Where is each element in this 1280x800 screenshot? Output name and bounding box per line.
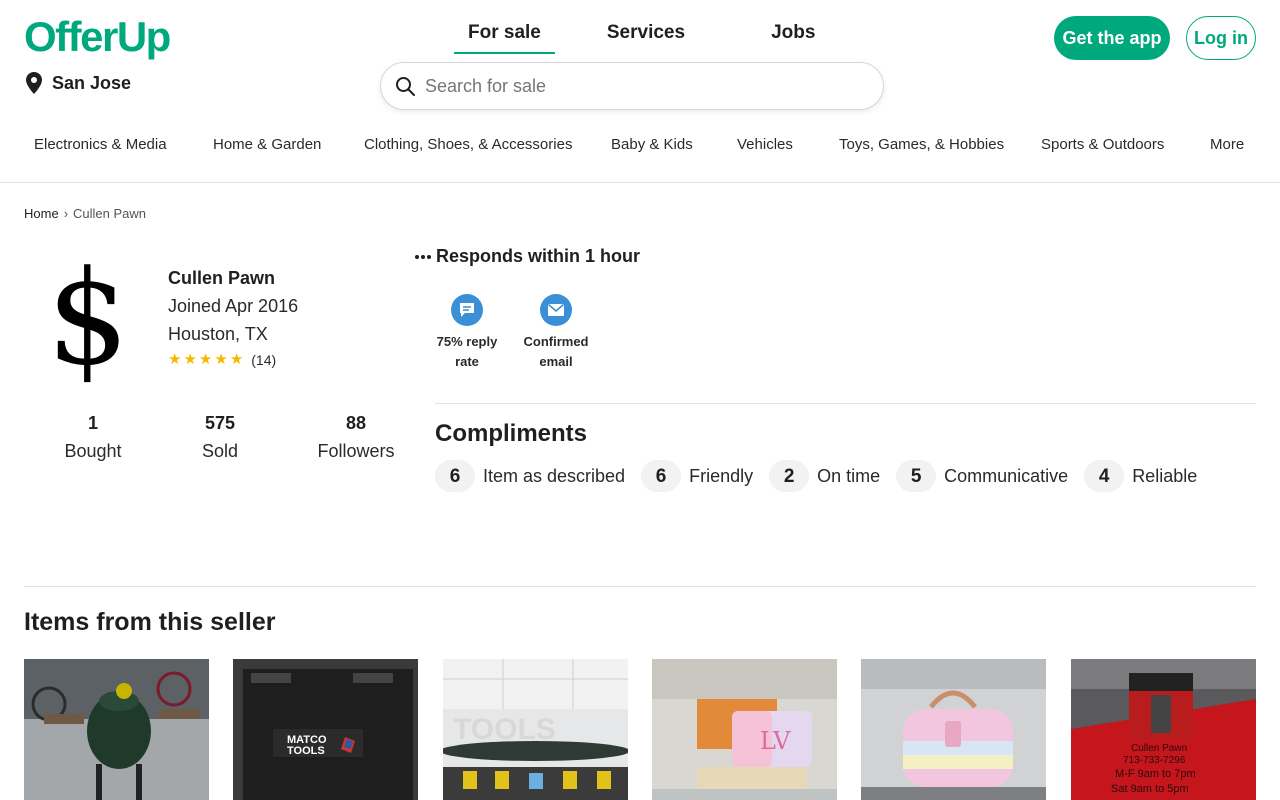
category-home-garden[interactable]: Home & Garden [213, 136, 321, 153]
compliment-item: 4 Reliable [1084, 460, 1197, 492]
seller-avatar: $ [46, 242, 130, 394]
stat-value: 88 [345, 413, 367, 433]
tab-services[interactable]: Services [593, 22, 699, 54]
login-button[interactable]: Log in [1186, 16, 1256, 60]
star-icon: ★ [229, 351, 244, 368]
breadcrumb: Home › Cullen Pawn [24, 206, 146, 221]
stat-label: Bought [64, 441, 122, 461]
badge-reply-rate: 75% reply rate [425, 294, 509, 372]
louis-vuitton-wallet-photo: LV [652, 659, 837, 800]
item-card[interactable] [861, 659, 1046, 800]
compliment-count: 4 [1084, 460, 1125, 492]
matco-tools-case-photo: MATCO TOOLS [233, 659, 418, 800]
location-label: San Jose [52, 72, 132, 93]
tab-jobs[interactable]: Jobs [757, 22, 829, 54]
location-pin-icon [26, 72, 42, 94]
stat-followers[interactable]: 88 Followers [301, 412, 411, 468]
badge-line2: rate [455, 354, 479, 369]
compliment-item: 6 Friendly [641, 460, 753, 492]
item-card[interactable]: TOOLS [443, 659, 628, 800]
more-dots-icon [415, 254, 431, 259]
stat-bought: 1 Bought [38, 412, 148, 468]
stat-value: 575 [204, 413, 236, 433]
search-icon[interactable] [395, 76, 415, 96]
svg-text:M-F 9am to 7pm: M-F 9am to 7pm [1115, 768, 1196, 780]
compliments-title: Compliments [435, 420, 588, 447]
search-bar[interactable] [380, 62, 884, 110]
seller-rating[interactable]: ★ ★ ★ ★ ★ (14) [168, 351, 276, 369]
drill-press-box-photo: Cullen Pawn 713-733-7296 M-F 9am to 7pm … [1071, 659, 1256, 800]
svg-text:TOOLS: TOOLS [287, 745, 325, 757]
offerup-logo[interactable]: OfferUp [24, 12, 171, 62]
compliment-item: 5 Communicative [896, 460, 1068, 492]
svg-text:Cullen Pawn: Cullen Pawn [1131, 743, 1187, 754]
breadcrumb-current: Cullen Pawn [73, 206, 147, 221]
item-card[interactable] [24, 659, 209, 800]
top-nav: For sale Services Jobs [454, 22, 829, 54]
star-icon: ★ [183, 351, 197, 368]
svg-text:713-733-7296: 713-733-7296 [1123, 755, 1186, 766]
divider [435, 403, 1256, 404]
svg-text:LV: LV [760, 727, 791, 755]
seller-name: Cullen Pawn [168, 268, 276, 288]
search-input[interactable] [425, 75, 845, 97]
star-icon: ★ [198, 351, 213, 368]
item-card[interactable]: MATCO TOOLS [233, 659, 418, 800]
compliment-count: 5 [896, 460, 937, 492]
category-baby-kids[interactable]: Baby & Kids [611, 136, 693, 153]
location-selector[interactable]: San Jose [26, 72, 131, 94]
pastel-handbag-photo [861, 659, 1046, 800]
stat-label: Sold [201, 441, 239, 461]
category-toys-games-hobbies[interactable]: Toys, Games, & Hobbies [839, 136, 1004, 153]
compliment-label: Item as described [483, 465, 626, 486]
stat-value: 1 [87, 413, 98, 433]
item-card[interactable]: LV [652, 659, 837, 800]
compliment-count: 2 [769, 460, 810, 492]
divider [24, 586, 1256, 587]
compliment-label: Friendly [689, 465, 754, 486]
items-grid: MATCO TOOLS TOOLS LV Cullen Pawn 713-733… [24, 659, 1256, 800]
category-sports-outdoors[interactable]: Sports & Outdoors [1041, 136, 1164, 153]
seller-joined-date: Joined Apr 2016 [168, 296, 299, 316]
envelope-icon [540, 294, 572, 326]
compliment-count: 6 [641, 460, 682, 492]
star-icon: ★ [168, 351, 182, 368]
response-time: Responds within 1 hour [414, 246, 640, 267]
compliments-list: 6 Item as described 6 Friendly 2 On time… [435, 460, 1197, 492]
get-the-app-button[interactable]: Get the app [1054, 16, 1170, 60]
kayak-wall-display-photo: TOOLS [443, 659, 628, 800]
badge-line1: Confirmed [523, 334, 589, 349]
breadcrumb-separator: › [63, 206, 69, 221]
compliment-label: On time [817, 465, 881, 486]
stat-label: Followers [317, 441, 395, 461]
compliment-label: Reliable [1132, 465, 1198, 486]
stat-sold: 575 Sold [165, 412, 275, 468]
tab-for-sale[interactable]: For sale [454, 22, 555, 54]
green-egg-grill-photo [24, 659, 209, 800]
breadcrumb-home[interactable]: Home [24, 206, 59, 221]
review-count: (14) [251, 352, 277, 368]
chat-bubble-icon [451, 294, 483, 326]
badge-confirmed-email: Confirmed email [514, 294, 598, 372]
site-header: OfferUp San Jose For sale Services Jobs … [0, 0, 1280, 183]
star-icon: ★ [214, 351, 228, 368]
response-time-text: Responds within 1 hour [436, 246, 641, 266]
svg-text:Sat 9am to 5pm: Sat 9am to 5pm [1111, 783, 1189, 795]
category-bar: Electronics & Media Home & Garden Clothi… [0, 136, 1280, 158]
compliment-label: Communicative [944, 465, 1069, 486]
category-vehicles[interactable]: Vehicles [737, 136, 793, 153]
seller-location: Houston, TX [168, 324, 268, 344]
category-electronics-media[interactable]: Electronics & Media [34, 136, 167, 153]
compliment-count: 6 [435, 460, 475, 492]
compliment-item: 6 Item as described [435, 460, 625, 492]
badge-line2: email [539, 354, 573, 369]
items-section-title: Items from this seller [24, 608, 276, 636]
item-card[interactable]: Cullen Pawn 713-733-7296 M-F 9am to 7pm … [1071, 659, 1256, 800]
category-clothing-shoes-accessories[interactable]: Clothing, Shoes, & Accessories [364, 136, 572, 153]
compliment-item: 2 On time [769, 460, 880, 492]
badge-line1: 75% reply [436, 334, 498, 349]
category-more[interactable]: More [1210, 136, 1244, 153]
